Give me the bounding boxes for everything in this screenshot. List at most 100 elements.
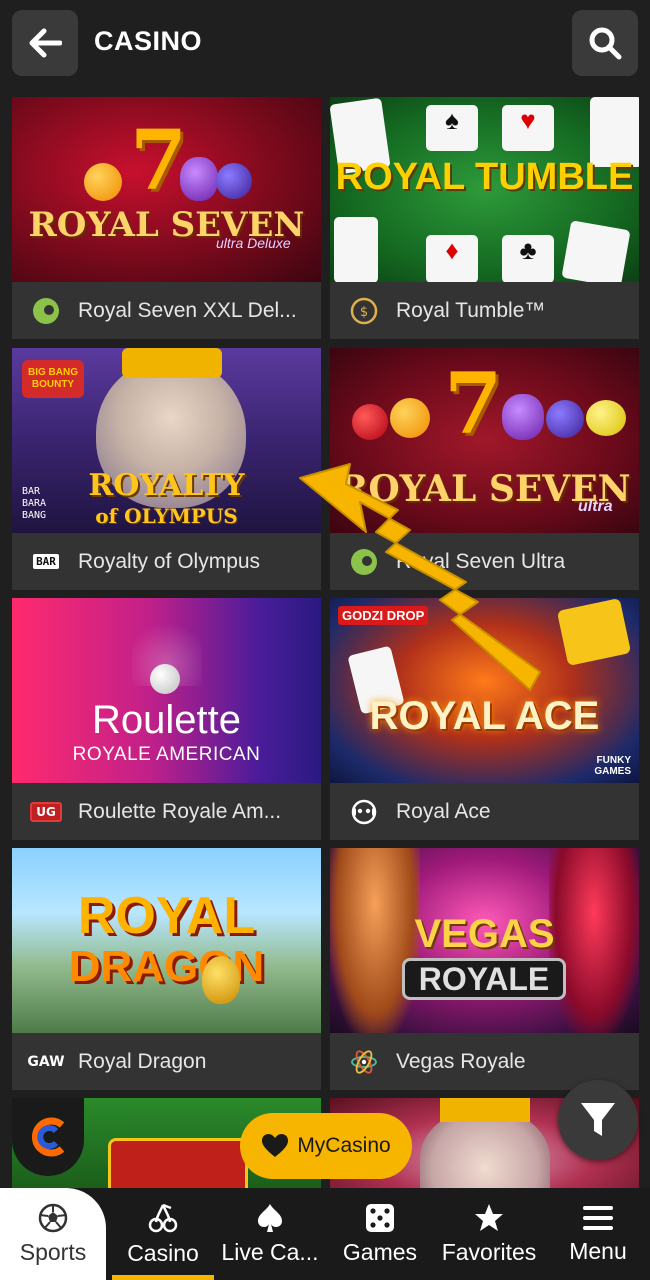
hamburger-menu-icon — [583, 1205, 613, 1230]
mycasino-label: MyCasino — [297, 1134, 391, 1157]
game-card[interactable]: ROYAL DRAGON GAW Royal Dragon — [12, 848, 321, 1090]
game-card[interactable]: ♠ ♥ ROYAL TUMBLE ♦ ♣ $ Royal Tumble™ — [330, 97, 639, 339]
roulette-ball-icon — [150, 664, 180, 694]
search-button[interactable] — [572, 10, 638, 76]
thumb-subtitle: ROYALE — [402, 958, 566, 1000]
nav-live-casino[interactable]: Live Ca... — [218, 1188, 322, 1280]
game-card[interactable]: 7 ROYAL SEVEN ultra Royal Seven Ultra — [330, 348, 639, 590]
thumb-title: Roulette — [92, 698, 241, 742]
nav-menu-label: Menu — [569, 1237, 627, 1264]
thumb-title: VEGAS — [414, 912, 555, 956]
playing-card-icon: ♠ — [426, 105, 478, 151]
provider-logo-icon: $ — [344, 295, 384, 327]
provider-logo-icon — [344, 1046, 384, 1078]
crown-icon — [440, 1098, 530, 1122]
spade-icon — [258, 1203, 282, 1232]
page-title: CASINO — [94, 26, 203, 56]
provider-badge-icon — [12, 1098, 84, 1176]
provider-logo-icon — [26, 295, 66, 327]
arrow-left-icon — [29, 28, 62, 58]
game-thumbnail: ROYAL DRAGON — [12, 848, 321, 1033]
thumb-subtitle: ultra — [578, 498, 613, 515]
top-bar: CASINO — [0, 0, 650, 88]
soccer-ball-icon — [38, 1203, 68, 1232]
svg-text:$: $ — [360, 305, 368, 320]
thumb-title: ROYALTY — [88, 468, 245, 503]
card-footer: Royal Seven Ultra — [330, 533, 639, 590]
thumb-subtitle: ROYALE AMERICAN — [72, 744, 261, 765]
nav-sports-label: Sports — [19, 1238, 87, 1265]
playing-card-icon: ♦ — [426, 235, 478, 282]
thumb-title: ROYAL — [77, 887, 256, 945]
nav-live-casino-label: Live Ca... — [221, 1238, 319, 1265]
fruit-cherry-icon — [352, 404, 388, 440]
game-name: Royal Seven Ultra — [396, 549, 566, 573]
playing-card-icon — [334, 217, 378, 282]
fruit-grapes-icon — [502, 394, 544, 440]
card-footer: UG Roulette Royale Am... — [12, 783, 321, 840]
fruit-lemon-icon — [586, 400, 626, 436]
bonus-badge: BIG BANG BOUNTY — [22, 360, 84, 398]
nav-sports[interactable]: Sports — [0, 1188, 106, 1280]
nav-games[interactable]: Games — [330, 1188, 430, 1280]
game-card[interactable]: BIG BANG BOUNTY BAR BARA BANG ROYALTY of O… — [12, 348, 321, 590]
casino-app: CASINO 7 ROYAL SEVEN ultra Deluxe Royal … — [0, 0, 650, 1280]
bonus-badge: GODZI DROP — [338, 606, 429, 625]
fruit-grapes-icon — [180, 157, 218, 201]
filter-icon — [581, 1103, 615, 1136]
fruit-orange-icon — [390, 398, 430, 438]
nav-favorites-label: Favorites — [441, 1238, 537, 1265]
heart-icon — [262, 1134, 289, 1157]
cherries-icon — [148, 1203, 178, 1232]
card-footer: $ Royal Tumble™ — [330, 282, 639, 339]
studio-badge: FUNKY GAMES — [594, 755, 631, 777]
game-thumbnail: GODZI DROP ROYAL ACE FUNKY GAMES — [330, 598, 639, 783]
star-icon — [475, 1203, 503, 1231]
game-thumbnail: BIG BANG BOUNTY BAR BARA BANG ROYALTY of O… — [12, 348, 321, 533]
dragon-egg-icon — [202, 956, 240, 1004]
game-card[interactable]: VEGAS ROYALE Vegas Royale — [330, 848, 639, 1090]
game-thumbnail: 7 ROYAL SEVEN ultra — [330, 348, 639, 533]
game-name: Royalty of Olympus — [78, 549, 261, 573]
fruit-plum-icon — [216, 163, 252, 199]
fruit-orange-icon — [84, 163, 122, 201]
nav-favorites[interactable]: Favorites — [434, 1188, 544, 1280]
crown-icon — [122, 348, 222, 378]
game-name: Royal Ace — [396, 799, 491, 823]
nav-menu[interactable]: Menu — [556, 1188, 640, 1280]
game-thumbnail: Roulette ROYALE AMERICAN — [12, 598, 321, 783]
game-name: Royal Tumble™ — [396, 298, 546, 322]
game-name: Roulette Royale Am... — [78, 799, 282, 823]
game-thumbnail: 7 ROYAL SEVEN ultra Deluxe — [12, 97, 321, 282]
game-card[interactable]: GODZI DROP ROYAL ACE FUNKY GAMES Royal A… — [330, 598, 639, 840]
card-footer: Royal Seven XXL Del... — [12, 282, 321, 339]
game-card[interactable]: 7 ROYAL SEVEN ultra Deluxe Royal Seven X… — [12, 97, 321, 339]
provider-logo-icon: UG — [26, 796, 66, 828]
seven-symbol-icon: 7 — [444, 354, 503, 453]
playing-card-icon: ♥ — [502, 105, 554, 151]
dice-icon — [366, 1203, 394, 1232]
thumb-subtitle: DRAGON — [68, 942, 265, 991]
crown-card-icon — [556, 598, 632, 667]
thumb-subtitle: of OLYMPUS — [95, 504, 238, 528]
back-button[interactable] — [12, 10, 78, 76]
provider-logo-icon: BAR — [26, 546, 66, 578]
thumb-subtitle: ultra Deluxe — [216, 235, 291, 251]
provider-logo-icon — [344, 796, 384, 828]
game-name: Royal Seven XXL Del... — [78, 298, 297, 322]
bottom-navigation: Sports Casino Live Ca... Games Favorites… — [0, 1188, 650, 1280]
game-name: Vegas Royale — [396, 1049, 526, 1073]
nav-casino[interactable]: Casino — [112, 1188, 214, 1280]
fruit-plum-icon — [546, 400, 584, 438]
card-footer: GAW Royal Dragon — [12, 1033, 321, 1090]
filter-button[interactable] — [558, 1080, 638, 1160]
playing-card-icon — [561, 220, 631, 282]
mycasino-button[interactable]: MyCasino — [240, 1113, 412, 1179]
search-icon — [589, 27, 622, 60]
nav-casino-label: Casino — [127, 1239, 199, 1266]
provider-logo-icon: GAW — [27, 1053, 65, 1070]
game-thumbnail: ♠ ♥ ROYAL TUMBLE ♦ ♣ — [330, 97, 639, 282]
nav-games-label: Games — [342, 1238, 418, 1265]
thumb-title: ROYAL TUMBLE — [335, 156, 634, 198]
game-card[interactable]: Roulette ROYALE AMERICAN UG Roulette Roy… — [12, 598, 321, 840]
